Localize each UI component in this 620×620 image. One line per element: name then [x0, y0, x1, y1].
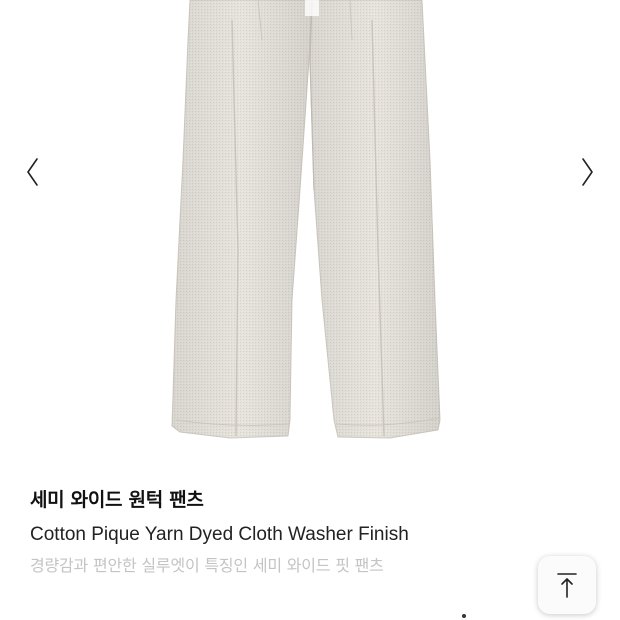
- product-subtitle: Cotton Pique Yarn Dyed Cloth Washer Fini…: [30, 524, 409, 545]
- product-title: 세미 와이드 원턱 팬츠: [30, 489, 204, 511]
- gallery-prev-button[interactable]: [20, 150, 44, 194]
- product-info: 세미 와이드 원턱 팬츠 Cotton Pique Yarn Dyed Clot…: [30, 486, 530, 578]
- gallery-next-button[interactable]: [576, 150, 600, 194]
- chevron-right-icon: [582, 158, 593, 186]
- product-image-gallery[interactable]: [0, 0, 620, 470]
- decorative-dot: [462, 614, 466, 618]
- product-detail-page: 세미 와이드 원턱 팬츠 Cotton Pique Yarn Dyed Clot…: [0, 0, 620, 620]
- pants-product-photo: [171, 0, 441, 439]
- chevron-left-icon: [27, 158, 38, 186]
- arrow-up-to-top-icon: [557, 573, 577, 598]
- product-description: 경량감과 편안한 실루엣이 특징인 세미 와이드 핏 팬츠: [30, 556, 384, 575]
- scroll-to-top-button[interactable]: [538, 556, 596, 614]
